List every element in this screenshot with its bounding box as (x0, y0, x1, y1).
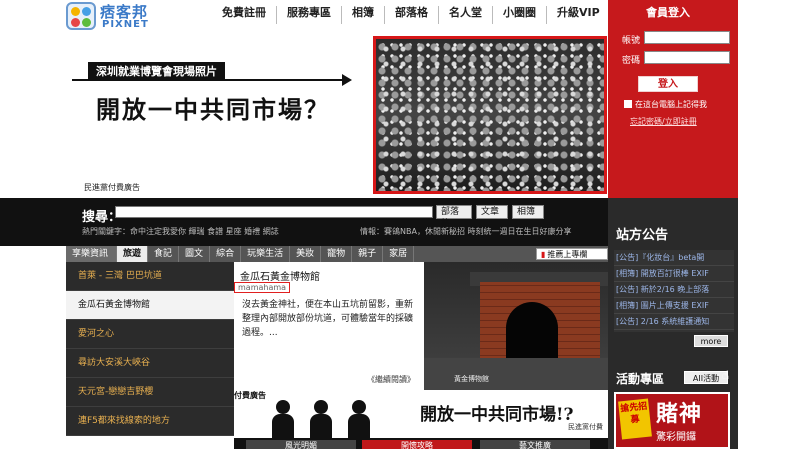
featured-article: 金瓜石黃金博物館 mamahama 沒去黃金神社，便在本山五坑前留影，重新整理內… (234, 262, 424, 390)
banner-ad[interactable]: 深圳就業博覽會現場照片 開放一中共同市場？ 民進黨付費廣告 (66, 32, 608, 198)
bottom-tabs: 風光明媚 開懷攻略 藝文推廣 (234, 438, 608, 449)
list-item-active[interactable]: 金瓜石黃金博物館 (66, 291, 234, 320)
forgot-password-link[interactable]: 忘記密碼/立即註冊 (630, 116, 697, 127)
banner-arrow-head-icon (342, 74, 352, 86)
hand-cursor-icon: ☝ (722, 368, 730, 382)
tab-scenery[interactable]: 風光明媚 (246, 440, 356, 449)
list-item[interactable]: 連F5都來找線索的地方 (66, 407, 234, 436)
login-box: 會員登入 帳號 密碼 登入 在這台電腦上記得我 忘記密碼/立即註冊 (608, 0, 738, 198)
password-input[interactable] (644, 51, 730, 64)
hot-keywords[interactable]: 熱門關鍵字：命中注定我愛你 輝瑞 食譜 星座 婚禮 網誌 (82, 226, 279, 237)
banner-subtitle: 深圳就業博覽會現場照片 (88, 62, 225, 80)
article-list: 首萊 - 三灣 巴巴坑道 金瓜石黃金博物館 愛河之心 尋訪大安溪大峽谷 天元宮-… (66, 262, 234, 449)
nav-register[interactable]: 免費註冊 (212, 6, 276, 24)
nav-album[interactable]: 相簿 (341, 6, 384, 24)
bottom-ad-label: 付費廣告 (234, 391, 266, 400)
banner-note: 民進黨付費廣告 (84, 183, 140, 192)
event-badge: 搶先招募 (618, 398, 652, 440)
list-item[interactable]: 尋訪大安溪大峽谷 (66, 349, 234, 378)
login-button[interactable]: 登入 (638, 76, 698, 92)
tab-beauty[interactable]: 美妝 (290, 246, 322, 262)
tab-enjoy-info[interactable]: 享樂資訊 (66, 246, 118, 262)
photo-caption: 黃金博物館 (454, 375, 489, 383)
search-blog-button[interactable]: 部落格 (436, 205, 472, 229)
tab-travel[interactable]: 旅遊 (117, 246, 149, 262)
logo-text-en: PIXNET (102, 19, 149, 30)
tab-arts[interactable]: 藝文推廣 (480, 440, 590, 449)
banner-arrow-line (72, 79, 344, 81)
logo-emblem-icon (66, 2, 96, 30)
tab-home[interactable]: 家居 (383, 246, 415, 262)
pixnet-logo[interactable]: 痞客邦 PIXNET (66, 0, 176, 32)
remember-me-label: 在這台電腦上記得我 (635, 100, 707, 109)
banner-title: 開放一中共同市場？ (96, 95, 330, 124)
announcement-item[interactable]: [公告]『化妝台』beta開 (614, 250, 734, 266)
search-input[interactable] (115, 206, 433, 218)
account-input[interactable] (644, 31, 730, 44)
event-banner[interactable]: 搶先招募 賭神 驚彩開鑼 (614, 392, 730, 449)
article-description: 沒去黃金神社，便在本山五坑前留影，重新整理內部開放部份坑道，可體驗當年的採礦過程… (242, 300, 414, 338)
event-banner-title: 賭神 (656, 401, 703, 427)
announcement-item[interactable]: [公告] 2/16 系統維護通知 (614, 314, 734, 330)
password-label: 密碼 (622, 56, 641, 66)
right-margin (738, 0, 800, 449)
photo-tunnel-arch (506, 302, 558, 366)
remember-me-checkbox[interactable]: 在這台電腦上記得我 (624, 99, 707, 110)
events-title: 活動專區 (616, 372, 665, 386)
right-sidebar: 會員登入 帳號 密碼 登入 在這台電腦上記得我 忘記密碼/立即註冊 站方公告 [… (608, 0, 738, 449)
account-label: 帳號 (622, 36, 641, 46)
tab-parenting[interactable]: 親子 (352, 246, 384, 262)
announcement-item[interactable]: [相簿] 圖片上傳支援 EXIF (614, 298, 734, 314)
banner-crowd-photo (373, 36, 607, 194)
article-author[interactable]: mamahama (234, 282, 291, 293)
nav-hall-of-fame[interactable]: 名人堂 (438, 6, 492, 24)
announcements-more-button[interactable]: more (694, 335, 728, 347)
checkbox-icon[interactable] (624, 100, 632, 108)
top-navigation: 免費註冊 服務專區 相簿 部落格 名人堂 小圈圈 升級VIP (212, 6, 610, 24)
bottom-ad-note: 民進黨付費 (568, 423, 603, 431)
recommend-column-button[interactable]: 推薦上專欄 (536, 248, 608, 260)
tab-illustration[interactable]: 圖文 (179, 246, 211, 262)
tab-food[interactable]: 食記 (148, 246, 180, 262)
list-item[interactable]: 首萊 - 三灣 巴巴坑道 (66, 262, 234, 291)
tab-lifestyle[interactable]: 玩樂生活 (241, 246, 291, 262)
announcements-list: [公告]『化妝台』beta開 [相簿] 開放百訂很棒 EXIF [公告] 新於2… (614, 250, 734, 332)
person-silhouette-icon (272, 400, 294, 438)
page: 痞客邦 PIXNET 免費註冊 服務專區 相簿 部落格 名人堂 小圈圈 升級VI… (0, 0, 800, 449)
tab-general[interactable]: 綜合 (210, 246, 242, 262)
photo-ground (424, 358, 608, 390)
article-photo[interactable]: 黃金博物館 (424, 262, 608, 390)
list-item[interactable]: 天元宮-戀戀吉野櫻 (66, 378, 234, 407)
announcement-item[interactable]: [公告] 新於2/16 晚上部落 (614, 282, 734, 298)
category-tabs: 享樂資訊 旅遊 食記 圖文 綜合 玩樂生活 美妝 寵物 親子 家居 (66, 246, 608, 262)
bottom-ad-title: 開放一中共同市場!? (420, 405, 574, 425)
search-article-button[interactable]: 文章 (476, 205, 508, 219)
nav-blog[interactable]: 部落格 (384, 6, 438, 24)
announcement-item[interactable]: [相簿] 開放百訂很棒 EXIF (614, 266, 734, 282)
nav-groups[interactable]: 小圈圈 (492, 6, 546, 24)
search-album-button[interactable]: 相簿 (512, 205, 544, 219)
header: 痞客邦 PIXNET 免費註冊 服務專區 相簿 部落格 名人堂 小圈圈 升級VI… (0, 0, 608, 30)
tab-strategy[interactable]: 開懷攻略 (362, 440, 472, 449)
list-item[interactable]: 愛河之心 (66, 320, 234, 349)
nav-services[interactable]: 服務專區 (276, 6, 341, 24)
event-banner-subtitle: 驚彩開鑼 (656, 432, 696, 443)
tab-pets[interactable]: 寵物 (321, 246, 353, 262)
announcements-title: 站方公告 (616, 228, 669, 243)
read-more-link[interactable]: 《繼續閱讀》 (367, 374, 415, 385)
login-title: 會員登入 (646, 6, 690, 19)
search-bar: 搜尋： 部落格 文章 相簿 熱門關鍵字：命中注定我愛你 輝瑞 食譜 星座 婚禮 … (0, 198, 608, 246)
article-title[interactable]: 金瓜石黃金博物館 (240, 268, 320, 283)
bottom-ad[interactable]: 付費廣告 開放一中共同市場!? 民進黨付費 (234, 390, 608, 438)
person-silhouette-icon (348, 400, 370, 438)
person-silhouette-icon (310, 400, 332, 438)
news-ticker[interactable]: 情報：賽鴿NBA，休閒新秘招 時刻統一週日在生日好康分享 (360, 226, 572, 237)
nav-upgrade-vip[interactable]: 升級VIP (546, 6, 610, 24)
